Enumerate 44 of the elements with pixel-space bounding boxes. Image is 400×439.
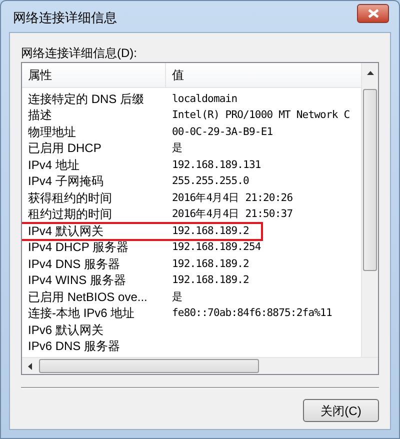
property-cell-text: 连接特定的 DNS 后缀 [27,92,146,107]
property-cell-text: 获得租约的时间 [27,190,113,206]
property-cell-text: 连接-本地 IPv6 地址 [27,306,136,322]
window-title: 网络连接详细信息 [13,8,117,27]
list-label: 网络连接详细信息(D): [21,45,138,61]
value-cell-text: 是 [171,141,183,156]
close-icon [368,9,378,18]
details-list[interactable] [21,62,379,375]
value-cell-text: Intel(R) PRO/1000 MT Network C [171,108,350,124]
value-cell-text: 00-0C-29-3A-B9-E1 [171,124,273,140]
close-button[interactable] [357,4,389,23]
scroll-thumb[interactable] [363,89,377,271]
value-cell-text: fe80::70ab:84f6:8875:2fa%11 [171,306,332,322]
scroll-thumb[interactable] [39,359,259,373]
value-cell-text: 192.168.189.2 [171,224,249,239]
value-cell-text: 是 [171,290,183,305]
property-cell-text: 已启用 NetBIOS ove... [27,290,148,305]
value-cell-text: localdomain [171,92,238,107]
vertical-scrollbar[interactable] [361,63,378,357]
close-button[interactable]: 关闭(C) [303,399,379,422]
value-cell-text: 2016年4月4日 21:20:26 [171,190,293,206]
property-cell-text: 已启用 DHCP [27,141,102,156]
value-cell-text: 255.255.255.0 [171,174,249,190]
property-cell-text: 租约过期的时间 [27,207,113,222]
property-cell-text: IPv4 默认网关 [27,224,104,239]
column-header[interactable]: 值 [166,63,361,87]
property-cell-text: IPv6 DNS 服务器 [27,339,122,354]
value-cell-text: 2016年4月4日 21:50:37 [171,207,293,222]
up-arrow-icon[interactable] [366,71,374,75]
property-cell-text: IPv4 DNS 服务器 [27,256,122,272]
left-arrow-icon[interactable] [28,362,32,370]
property-cell-text: IPv6 默认网关 [27,322,104,338]
value-cell-text: 192.168.189.131 [171,158,261,173]
horizontal-scrollbar[interactable] [22,357,378,374]
value-cell-text: 192.168.189.2 [171,256,249,272]
property-cell-text: IPv4 地址 [27,158,80,173]
property-cell-text: IPv4 WINS 服务器 [27,273,128,288]
value-cell-text: 192.168.189.254 [171,240,261,256]
column-header[interactable]: 属性 [22,63,166,87]
property-cell-text: IPv4 DHCP 服务器 [27,240,130,256]
property-cell-text: IPv4 子网掩码 [27,174,104,190]
property-cell-text: 物理地址 [27,124,77,140]
value-cell-text: 192.168.189.2 [171,273,249,288]
property-cell-text: 描述 [27,108,53,124]
